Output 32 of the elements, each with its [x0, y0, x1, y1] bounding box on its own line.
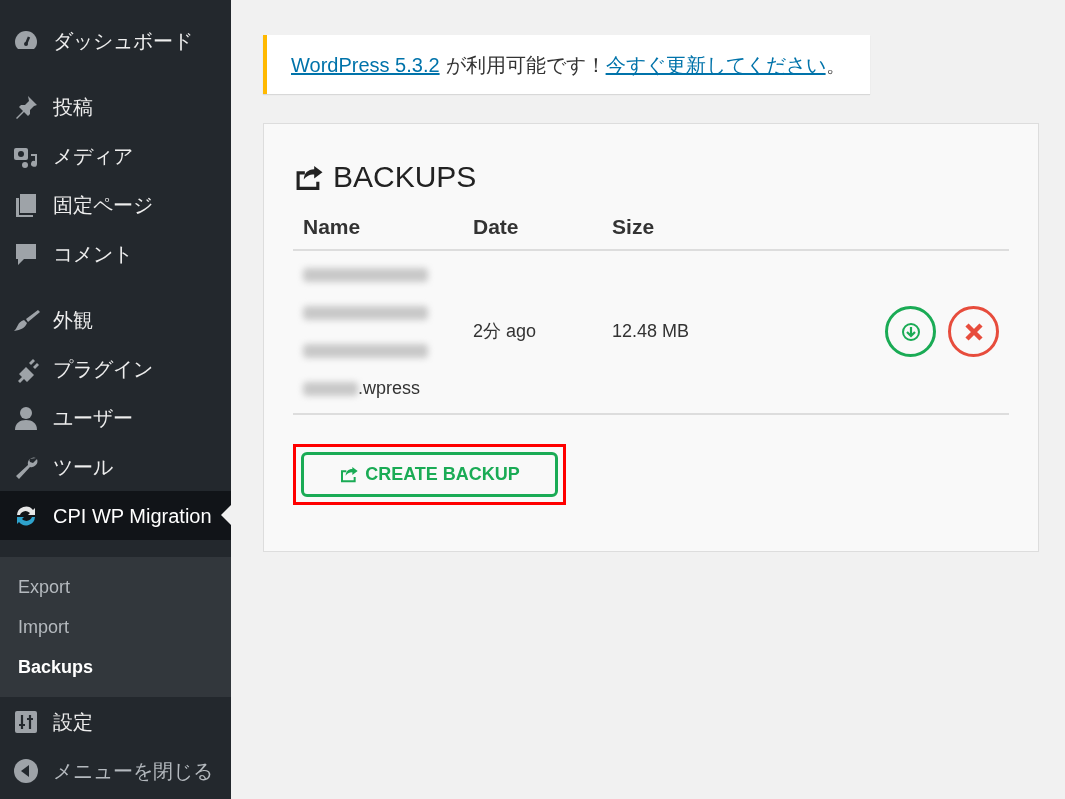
submenu-item[interactable]: Import	[0, 607, 231, 647]
download-icon	[900, 321, 921, 342]
submenu-item[interactable]: Backups	[0, 647, 231, 687]
card-title: BACKUPS	[333, 159, 477, 195]
menu-item[interactable]: CPI WP Migration	[0, 491, 231, 540]
column-header: Date	[463, 207, 603, 250]
export-icon	[339, 465, 360, 483]
menu-item[interactable]: ツール	[0, 442, 231, 491]
table-cell: 12.48 MB	[602, 249, 765, 414]
menu-item[interactable]: ダッシュボード	[0, 16, 231, 65]
menu-item[interactable]: メディア	[0, 131, 231, 180]
menu-item[interactable]: 投稿	[0, 82, 231, 131]
notice-text: 。	[825, 52, 846, 78]
delete-button[interactable]	[948, 306, 999, 357]
notice-text: が利用可能です！	[445, 52, 606, 78]
column-header: Size	[602, 207, 765, 250]
table-cell: 2分 ago	[463, 249, 603, 414]
update-link[interactable]: WordPress 5.3.2	[291, 49, 440, 80]
close-icon	[963, 321, 984, 342]
menu-item[interactable]: 外観	[0, 295, 231, 344]
column-header: Name	[293, 207, 463, 250]
update-now-link[interactable]: 今すぐ更新してください	[605, 49, 826, 80]
collapse-icon	[12, 756, 40, 785]
submenu-item[interactable]: Export	[0, 567, 231, 607]
menu-item[interactable]: 固定ページ	[0, 180, 231, 229]
download-button[interactable]	[885, 306, 936, 357]
menu-item[interactable]: 設定	[0, 697, 231, 746]
file-name: .wpress	[358, 377, 420, 398]
menu-item[interactable]: コメント	[0, 229, 231, 278]
menu-item[interactable]: ユーザー	[0, 393, 231, 442]
menu-item[interactable]: プラグイン	[0, 344, 231, 393]
menu-item[interactable]: メニューを閉じる	[0, 746, 231, 795]
